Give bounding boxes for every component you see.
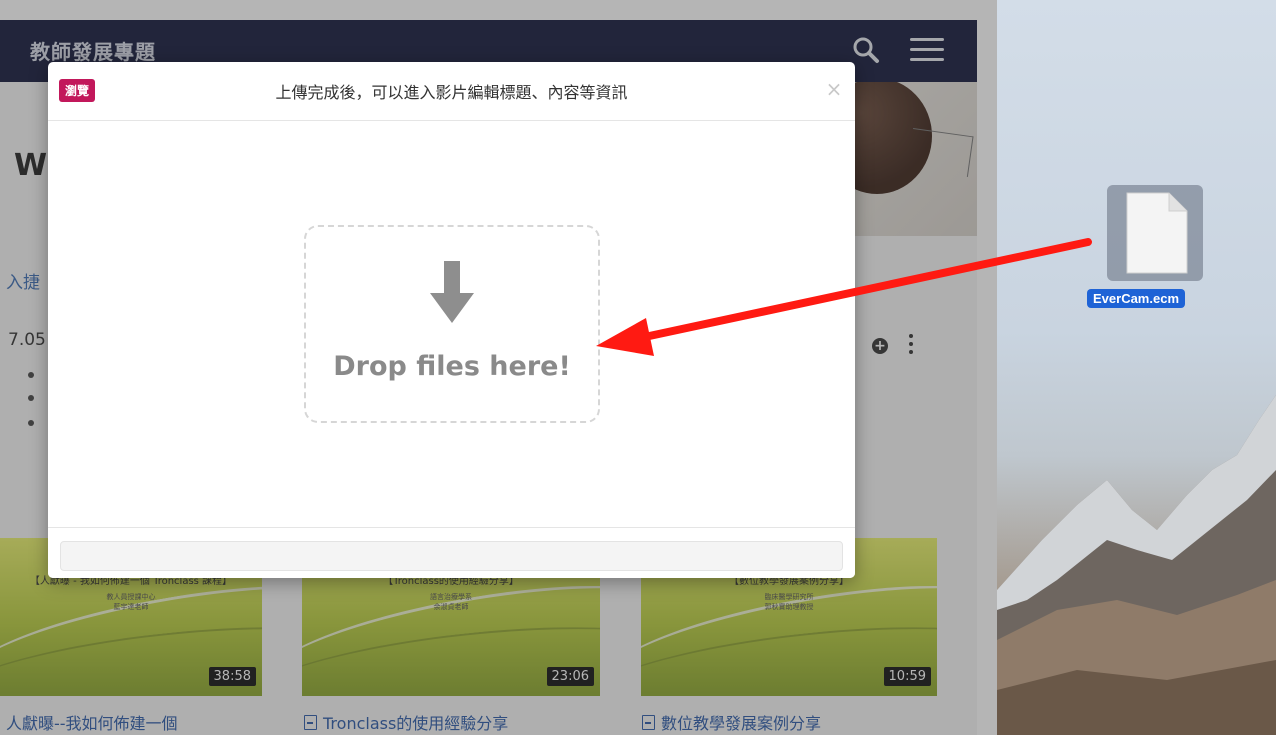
desktop-file-name[interactable]: EverCam.ecm bbox=[1087, 289, 1185, 308]
upload-progress-bar bbox=[60, 541, 843, 571]
desktop-file-selection[interactable] bbox=[1107, 185, 1203, 281]
download-arrow-icon bbox=[430, 261, 474, 323]
modal-footer bbox=[48, 527, 855, 578]
close-icon[interactable]: × bbox=[824, 77, 844, 101]
modal-title: 上傳完成後，可以進入影片編輯標題、內容等資訊 bbox=[275, 83, 628, 102]
dropzone-text: Drop files here! bbox=[333, 351, 571, 382]
file-dropzone[interactable]: Drop files here! bbox=[304, 225, 600, 423]
upload-modal: 上傳完成後，可以進入影片編輯標題、內容等資訊 瀏覽 × Drop files h… bbox=[48, 62, 855, 578]
file-icon bbox=[1126, 192, 1188, 274]
desktop-wallpaper: EverCam.ecm bbox=[997, 0, 1276, 735]
mountain-scenery bbox=[997, 395, 1276, 735]
modal-body: Drop files here! bbox=[48, 121, 855, 527]
modal-header: 上傳完成後，可以進入影片編輯標題、內容等資訊 瀏覽 × bbox=[48, 62, 855, 121]
browse-button[interactable]: 瀏覽 bbox=[59, 79, 96, 102]
